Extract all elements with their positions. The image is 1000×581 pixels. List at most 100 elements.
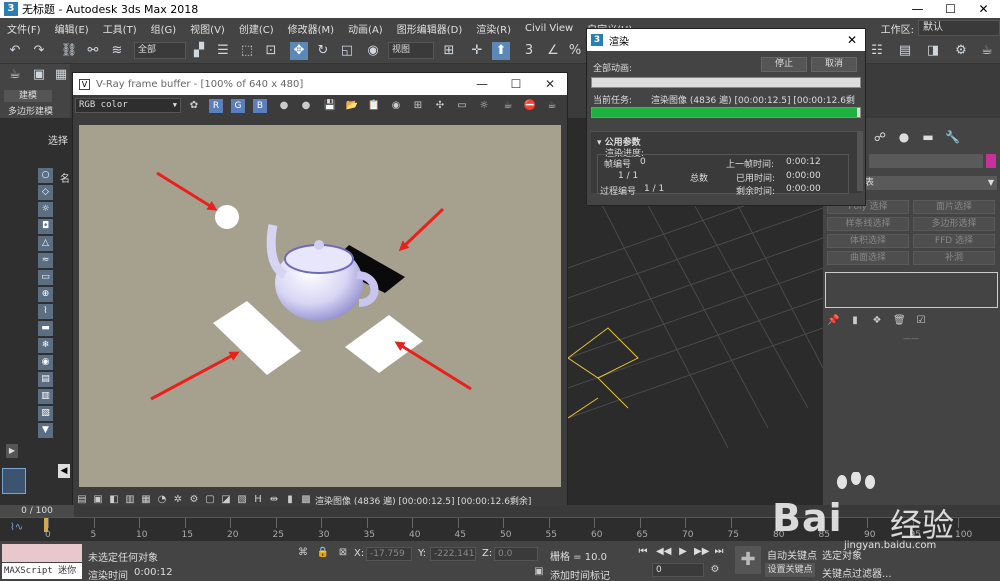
object-name-field[interactable]	[869, 154, 983, 168]
shape-filter-icon[interactable]: ◇	[38, 185, 53, 200]
menu-civil-view[interactable]: Civil View	[518, 23, 580, 34]
render-last-icon[interactable]: ☕	[501, 99, 515, 113]
bone-filter-icon[interactable]: ⌇	[38, 304, 53, 319]
patch-select-button[interactable]: 面片选择	[913, 200, 995, 214]
minimize-button[interactable]: —	[901, 0, 934, 18]
window-crossing-icon[interactable]: ⊡	[262, 42, 280, 60]
close-button[interactable]: ✕	[967, 0, 1000, 18]
cancel-button[interactable]: 取消	[811, 57, 857, 72]
track-bar[interactable]: ⌇∿ 0 5 10 15 20 25 30 35 40 45 50 55 60 65 70 75 80 85 90 9…	[0, 517, 1000, 541]
surface-select-button[interactable]: 曲面选择	[827, 251, 909, 265]
time-slider-thumb[interactable]: 0 / 100	[0, 505, 74, 517]
mini-curve-editor-icon[interactable]: ⌇∿	[10, 522, 23, 533]
menu-views[interactable]: 视图(V)	[183, 21, 232, 36]
menu-rendering[interactable]: 渲染(R)	[469, 21, 518, 36]
blue-channel-button[interactable]: B	[253, 99, 267, 113]
image-icon[interactable]: ▣	[30, 66, 48, 84]
absolute-mode-icon[interactable]: ⊠	[336, 546, 350, 560]
place-icon[interactable]: ◉	[364, 42, 382, 60]
unlink-icon[interactable]: ⚯	[84, 42, 102, 60]
hidden-filter-icon[interactable]: ◉	[38, 355, 53, 370]
select-object-icon[interactable]: ▞	[190, 42, 208, 60]
utilities-tab-icon[interactable]: 🔧	[945, 130, 960, 144]
green-channel-button[interactable]: G	[231, 99, 245, 113]
isolate-selection-icon[interactable]: ⌘	[296, 546, 310, 560]
y-coordinate-field[interactable]: -222.141	[430, 547, 476, 561]
open-folder-icon[interactable]: 📂	[345, 99, 359, 113]
add-time-tag[interactable]: 添加时间标记	[550, 567, 610, 581]
motion-tab-icon[interactable]: ●	[897, 130, 911, 144]
workspace-dropdown[interactable]: 默认	[918, 20, 1000, 36]
ffd-select-button[interactable]: FFD 选择	[913, 234, 995, 248]
menu-group[interactable]: 组(G)	[144, 21, 184, 36]
clear-image-icon[interactable]: ◉	[389, 99, 403, 113]
group-filter-icon[interactable]: ▭	[38, 270, 53, 285]
collapse-arrow-icon[interactable]: ◀	[58, 464, 70, 478]
volume-select-button[interactable]: 体积选择	[827, 234, 909, 248]
snap-toggle-icon[interactable]: 3	[520, 42, 538, 60]
render-production-icon[interactable]: ☕	[978, 42, 996, 60]
play-icon[interactable]: ▶	[676, 545, 690, 559]
set-key-big-icon[interactable]: ✚	[735, 546, 761, 574]
document-icon[interactable]: ▧	[38, 406, 53, 421]
menu-edit[interactable]: 编辑(E)	[48, 21, 96, 36]
modifier-stack[interactable]	[825, 272, 998, 308]
next-frame-icon[interactable]: ▶▶	[694, 545, 709, 559]
render-dialog-close-button[interactable]: ✕	[847, 29, 857, 51]
xref-filter-icon[interactable]: ⊕	[38, 287, 53, 302]
color-channels-icon[interactable]: ✿	[187, 99, 201, 113]
configure-sets-icon[interactable]: ☑	[915, 314, 927, 328]
remove-modifier-icon[interactable]: 🗑	[893, 314, 906, 328]
vfb-maximize-button[interactable]: ☐	[499, 73, 533, 95]
teapot-icon[interactable]: ☕	[6, 66, 24, 84]
layer-icon[interactable]: ▥	[38, 389, 53, 404]
vfb-close-button[interactable]: ✕	[533, 73, 567, 95]
container-filter-icon[interactable]: ▬	[38, 321, 53, 336]
scale-icon[interactable]: ◱	[338, 42, 356, 60]
auto-key-button[interactable]: 自动关键点	[767, 547, 817, 562]
x-coordinate-field[interactable]: -17.759	[366, 547, 412, 561]
expand-arrow-icon[interactable]: ▶	[6, 444, 18, 458]
clipboard-icon[interactable]: 📋	[367, 99, 381, 113]
menu-animation[interactable]: 动画(A)	[341, 21, 390, 36]
time-config-icon[interactable]: ⚙	[708, 563, 722, 577]
show-end-result-icon[interactable]: ▮	[849, 314, 861, 328]
link-icon[interactable]: ⛓	[60, 42, 78, 60]
menu-tools[interactable]: 工具(T)	[96, 21, 144, 36]
previous-frame-icon[interactable]: ◀◀	[656, 545, 671, 559]
render-dialog-scrollbar[interactable]	[857, 131, 863, 191]
reference-coordinate-dropdown[interactable]: 视图	[388, 42, 434, 59]
bind-space-warp-icon[interactable]: ≋	[108, 42, 126, 60]
stop-button[interactable]: 停止	[761, 57, 807, 72]
rotate-icon[interactable]: ↻	[314, 42, 332, 60]
modifier-list-dropdown[interactable]: 表 ▼	[863, 176, 997, 190]
light-filter-icon[interactable]: ☼	[38, 202, 53, 217]
selection-lock-icon[interactable]: 🔒	[316, 546, 330, 560]
maxscript-listener[interactable]	[2, 544, 82, 562]
ribbon-tab-modeling[interactable]: 建模	[4, 90, 52, 102]
viewport-layout-button[interactable]	[2, 468, 26, 494]
maxscript-mini-listener[interactable]: MAXScript 迷你	[2, 563, 82, 579]
pin-stack-icon[interactable]: 📌	[827, 314, 839, 328]
list-icon[interactable]: ▤	[38, 372, 53, 387]
hierarchy-tab-icon[interactable]: ☍	[873, 130, 887, 144]
menu-graph-editors[interactable]: 图形编辑器(D)	[390, 21, 470, 36]
polygon-select-button[interactable]: 多边形选择	[913, 217, 995, 231]
maximize-button[interactable]: ☐	[934, 0, 967, 18]
z-coordinate-field[interactable]: 0.0	[494, 547, 538, 561]
spacewarp-filter-icon[interactable]: ≈	[38, 253, 53, 268]
go-to-start-icon[interactable]: ⏮	[636, 545, 650, 559]
layer-explorer-icon[interactable]: ☷	[868, 42, 886, 60]
selection-filter-dropdown[interactable]: 全部	[134, 42, 186, 59]
link-3dsmax-vfb-icon[interactable]: ▭	[455, 99, 469, 113]
track-mouse-icon[interactable]: ⊞	[411, 99, 425, 113]
menu-create[interactable]: 创建(C)	[232, 21, 281, 36]
selection-region-icon[interactable]: ⬚	[238, 42, 256, 60]
spline-select-button[interactable]: 样条线选择	[827, 217, 909, 231]
key-filters-button[interactable]: 关键点过滤器...	[822, 565, 892, 580]
make-unique-icon[interactable]: ❖	[871, 314, 883, 328]
filter-funnel-icon[interactable]: ▼	[38, 423, 53, 438]
object-color-swatch[interactable]	[986, 154, 996, 168]
select-label[interactable]: 选择	[48, 132, 68, 147]
redo-icon[interactable]: ↷	[30, 42, 48, 60]
